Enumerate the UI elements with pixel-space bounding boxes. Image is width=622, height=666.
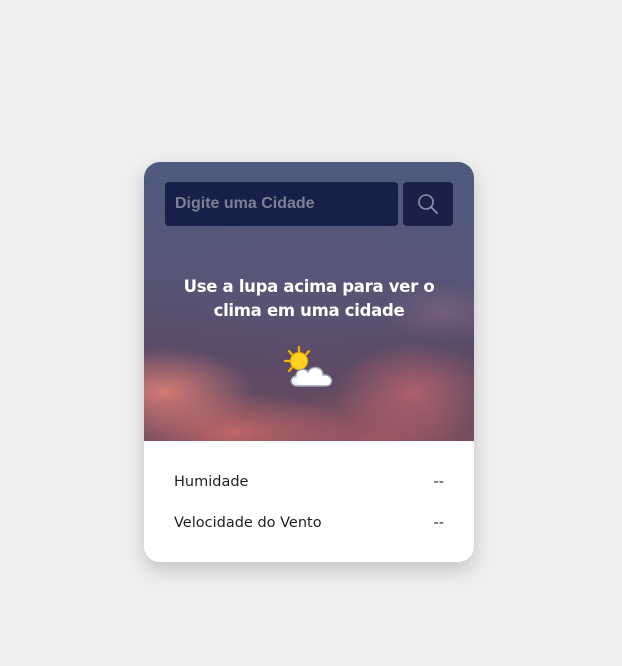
- search-button[interactable]: [403, 182, 453, 226]
- search-bar: [165, 182, 453, 226]
- weather-card: Use a lupa acima para ver o clima em uma…: [144, 162, 474, 562]
- humidity-label: Humidade: [174, 474, 249, 490]
- city-search-input[interactable]: [165, 182, 398, 226]
- wind-speed-value: --: [433, 515, 444, 531]
- magnifier-icon: [418, 194, 438, 214]
- empty-state-message: Use a lupa acima para ver o clima em uma…: [183, 277, 435, 320]
- wind-speed-row: Velocidade do Vento --: [174, 511, 444, 535]
- partly-cloudy-icon: [283, 345, 333, 387]
- humidity-row: Humidade --: [174, 470, 444, 494]
- weather-details: Humidade -- Velocidade do Vento --: [144, 441, 474, 562]
- weather-hero: Use a lupa acima para ver o clima em uma…: [144, 162, 474, 441]
- humidity-value: --: [433, 474, 444, 490]
- wind-speed-label: Velocidade do Vento: [174, 515, 322, 531]
